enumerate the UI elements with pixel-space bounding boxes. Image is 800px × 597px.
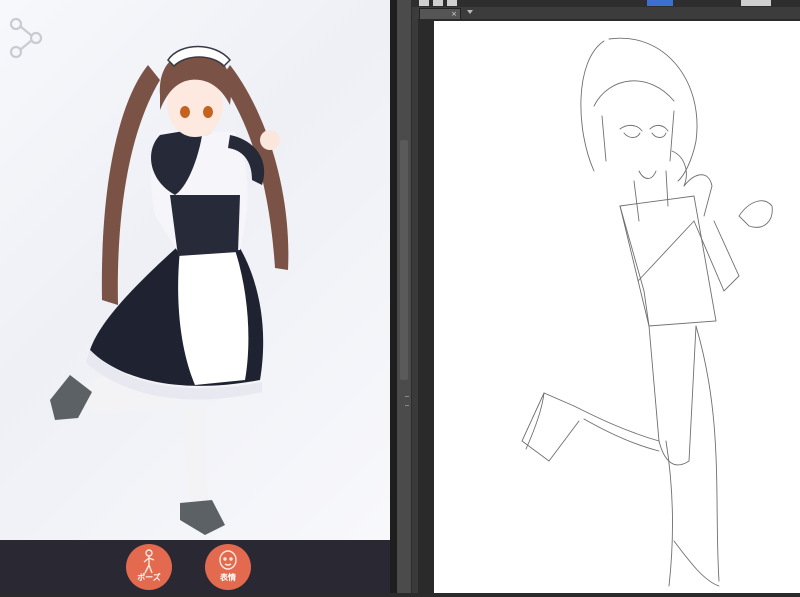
pose-button[interactable]: ポーズ <box>126 544 172 590</box>
drawing-canvas[interactable] <box>434 21 800 593</box>
viewer-bottom-bar: ポーズ 表情 <box>0 540 390 593</box>
corset <box>170 195 240 256</box>
hand-right <box>260 130 280 150</box>
pose-viewer: ポーズ 表情 <box>0 0 397 593</box>
toolbar-button[interactable] <box>419 0 429 6</box>
pose-button-label: ポーズ <box>137 573 161 582</box>
toolbar-field[interactable] <box>741 0 771 6</box>
vertical-scrollbar[interactable] <box>397 0 412 593</box>
toolbar-button[interactable] <box>433 0 443 6</box>
app-toolbar <box>411 0 800 7</box>
maid-character-model[interactable] <box>30 20 350 550</box>
document-tab-bar: × <box>415 7 800 20</box>
apron <box>178 250 249 385</box>
pencil-sketch <box>521 37 773 587</box>
tab-menu-chevron-icon[interactable] <box>467 10 473 14</box>
eye-right <box>203 106 213 118</box>
face-icon <box>219 550 237 570</box>
toolbar-active-button[interactable] <box>647 0 673 6</box>
shoe-raised <box>50 375 92 420</box>
toolbar-button[interactable] <box>447 0 457 6</box>
close-icon[interactable]: × <box>451 9 457 19</box>
expression-button-label: 表情 <box>220 573 236 582</box>
grip-icon <box>405 396 409 406</box>
leg-standing <box>180 405 208 505</box>
pane-divider[interactable] <box>390 0 397 593</box>
expression-button[interactable]: 表情 <box>205 544 251 590</box>
eye-left <box>180 106 190 118</box>
scrollbar-thumb[interactable] <box>400 140 409 406</box>
shoe-standing <box>180 500 225 535</box>
